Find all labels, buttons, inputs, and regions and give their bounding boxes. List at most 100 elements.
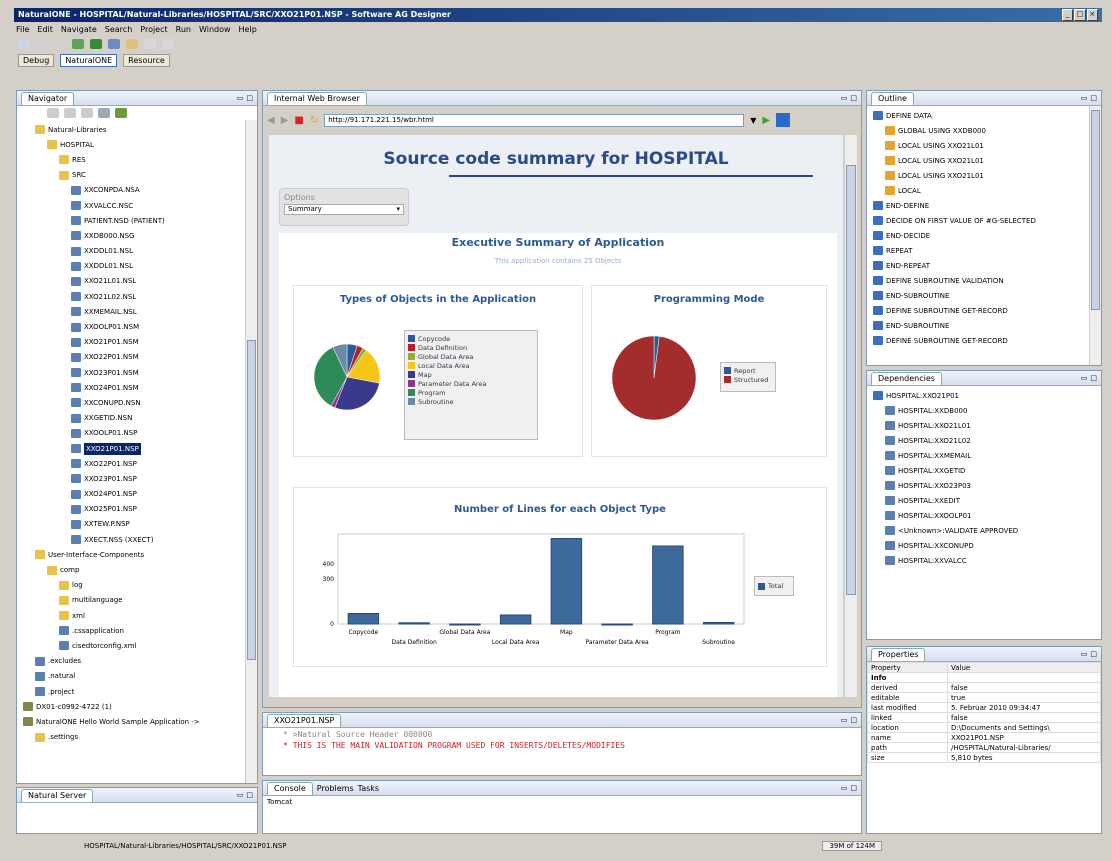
tree-item[interactable]: END-DECIDE bbox=[867, 228, 1101, 243]
tree-item[interactable]: DEFINE SUBROUTINE GET-RECORD bbox=[867, 333, 1101, 348]
tree-item[interactable]: XXMEMAIL.NSL bbox=[17, 304, 257, 319]
tree-item[interactable]: .cssapplication bbox=[17, 623, 257, 638]
navigator-scroll-thumb[interactable] bbox=[247, 340, 256, 660]
tree-item[interactable]: END-DEFINE bbox=[867, 198, 1101, 213]
tree-item[interactable]: HOSPITAL:XXVALCC bbox=[867, 553, 1101, 568]
tree-item[interactable]: HOSPITAL:XXMEMAIL bbox=[867, 448, 1101, 463]
tree-item[interactable]: LOCAL USING XXO21L01 bbox=[867, 138, 1101, 153]
tree-item[interactable]: XXO21L01.NSL bbox=[17, 274, 257, 289]
filter-icon[interactable] bbox=[115, 108, 127, 118]
tree-item[interactable]: XXO22P01.NSM bbox=[17, 350, 257, 365]
tree-item[interactable]: XXO25P01.NSP bbox=[17, 502, 257, 517]
tab-dependencies[interactable]: Dependencies bbox=[871, 371, 942, 385]
tree-item[interactable]: XXTEW.P.NSP bbox=[17, 517, 257, 532]
tree-item[interactable]: DX01-c0992-4722 (1) bbox=[17, 699, 257, 714]
tree-item[interactable]: LOCAL USING XXO21L01 bbox=[867, 153, 1101, 168]
maximize-view-icon[interactable]: □ bbox=[850, 94, 857, 102]
maximize-view-icon[interactable]: □ bbox=[1090, 650, 1097, 658]
outline-scrollbar[interactable] bbox=[1089, 106, 1101, 365]
minimize-view-icon[interactable]: ▭ bbox=[841, 784, 848, 792]
tree-item[interactable]: HOSPITAL:XXEDIT bbox=[867, 493, 1101, 508]
perspective-naturalone[interactable]: NaturalONE bbox=[60, 53, 118, 67]
table-row[interactable]: linked false bbox=[867, 712, 1101, 723]
tree-item[interactable]: .project bbox=[17, 684, 257, 699]
tab-natural-server[interactable]: Natural Server bbox=[21, 788, 94, 802]
minimize-view-icon[interactable]: ▭ bbox=[237, 94, 244, 102]
debug-icon[interactable] bbox=[72, 39, 84, 49]
minimize-view-icon[interactable]: ▭ bbox=[237, 791, 244, 799]
tree-item[interactable]: <Unknown>:VALIDATE APPROVED bbox=[867, 523, 1101, 538]
tree-item[interactable]: XXO21P01.NSP bbox=[17, 441, 257, 456]
link-editor-icon[interactable] bbox=[98, 108, 110, 118]
maximize-button[interactable]: □ bbox=[1074, 9, 1086, 21]
tree-item[interactable]: SRC bbox=[17, 168, 257, 183]
search-icon[interactable] bbox=[126, 39, 138, 49]
tree-item[interactable]: XXO23P01.NSP bbox=[17, 471, 257, 486]
tree-item[interactable]: Natural-Libraries bbox=[17, 122, 257, 137]
tree-item[interactable]: END-SUBROUTINE bbox=[867, 318, 1101, 333]
table-row[interactable]: location D:\Documents and Settings\ bbox=[867, 722, 1101, 733]
maximize-view-icon[interactable]: □ bbox=[246, 94, 253, 102]
menu-file[interactable]: File bbox=[16, 25, 29, 34]
tree-item[interactable]: XXECT.NSS (XXECT) bbox=[17, 532, 257, 547]
minimize-view-icon[interactable]: ▭ bbox=[1081, 374, 1088, 382]
run-icon[interactable] bbox=[90, 39, 102, 49]
tree-item[interactable]: NaturalONE Hello World Sample Applicatio… bbox=[17, 714, 257, 729]
tree-item[interactable]: .settings bbox=[17, 730, 257, 745]
tree-item[interactable]: log bbox=[17, 578, 257, 593]
editor-body[interactable]: * >Natural Source Header 000000 * THIS I… bbox=[263, 728, 861, 754]
tree-item[interactable]: HOSPITAL bbox=[17, 137, 257, 152]
tree-item[interactable]: DEFINE SUBROUTINE VALIDATION bbox=[867, 273, 1101, 288]
menu-navigate[interactable]: Navigate bbox=[61, 25, 97, 34]
tree-item[interactable]: XXCONPDA.NSA bbox=[17, 183, 257, 198]
tree-item[interactable]: LOCAL USING XXO21L01 bbox=[867, 168, 1101, 183]
save-icon[interactable] bbox=[36, 39, 48, 49]
outline-scroll-thumb[interactable] bbox=[1091, 110, 1100, 310]
tree-item[interactable]: XXO21L02.NSL bbox=[17, 289, 257, 304]
back-icon[interactable] bbox=[144, 39, 156, 49]
tree-item[interactable]: XXO24P01.NSM bbox=[17, 380, 257, 395]
tree-item[interactable]: DEFINE DATA bbox=[867, 108, 1101, 123]
tab-console[interactable]: Console bbox=[267, 781, 313, 795]
tree-item[interactable]: END-REPEAT bbox=[867, 258, 1101, 273]
tab-editor-file[interactable]: XXO21P01.NSP bbox=[267, 713, 342, 727]
back-nav-icon[interactable] bbox=[47, 108, 59, 118]
tree-item[interactable]: xml bbox=[17, 608, 257, 623]
maximize-view-icon[interactable]: □ bbox=[1090, 374, 1097, 382]
browser-scrollbar[interactable] bbox=[845, 135, 857, 697]
table-row[interactable]: name XXO21P01.NSP bbox=[867, 732, 1101, 743]
table-row[interactable]: path/HOSPITAL/Natural-Libraries/ bbox=[867, 742, 1101, 753]
tab-properties[interactable]: Properties bbox=[871, 647, 926, 661]
tree-item[interactable]: .excludes bbox=[17, 654, 257, 669]
menu-project[interactable]: Project bbox=[140, 25, 167, 34]
minimize-view-icon[interactable]: ▭ bbox=[1081, 94, 1088, 102]
tree-item[interactable]: XXO21P01.NSM bbox=[17, 335, 257, 350]
tree-item[interactable]: PATIENT.NSD (PATIENT) bbox=[17, 213, 257, 228]
tree-item[interactable]: XXO23P01.NSM bbox=[17, 365, 257, 380]
tab-outline[interactable]: Outline bbox=[871, 91, 914, 105]
menu-help[interactable]: Help bbox=[239, 25, 257, 34]
browser-back-icon[interactable]: ◀ bbox=[267, 115, 275, 126]
maximize-view-icon[interactable]: □ bbox=[246, 791, 253, 799]
tree-item[interactable]: XXVALCC.NSC bbox=[17, 198, 257, 213]
tree-item[interactable]: HOSPITAL:XXGETID bbox=[867, 463, 1101, 478]
memory-indicator[interactable]: 39M of 124M bbox=[822, 841, 882, 851]
tree-item[interactable]: HOSPITAL:XXDB000 bbox=[867, 403, 1101, 418]
tree-item[interactable]: XXO24P01.NSP bbox=[17, 487, 257, 502]
minimize-button[interactable]: _ bbox=[1062, 9, 1074, 21]
tree-item[interactable]: RES bbox=[17, 152, 257, 167]
forward-nav-icon[interactable] bbox=[64, 108, 76, 118]
maximize-view-icon[interactable]: □ bbox=[850, 784, 857, 792]
tree-item[interactable]: XXOOLP01.NSP bbox=[17, 426, 257, 441]
tree-item[interactable]: END-SUBROUTINE bbox=[867, 288, 1101, 303]
tree-item[interactable]: LOCAL bbox=[867, 183, 1101, 198]
minimize-view-icon[interactable]: ▭ bbox=[1081, 650, 1088, 658]
tree-item[interactable]: User-Interface-Components bbox=[17, 547, 257, 562]
tree-item[interactable]: HOSPITAL:XXCONUPD bbox=[867, 538, 1101, 553]
perspective-resource[interactable]: Resource bbox=[123, 53, 170, 67]
table-row[interactable]: size 5,810 bytes bbox=[867, 752, 1101, 763]
external-tools-icon[interactable] bbox=[108, 39, 120, 49]
tree-item[interactable]: XXDDL01.NSL bbox=[17, 259, 257, 274]
tab-problems[interactable]: Problems bbox=[317, 784, 354, 793]
browser-refresh-icon[interactable]: ↻ bbox=[310, 115, 318, 126]
